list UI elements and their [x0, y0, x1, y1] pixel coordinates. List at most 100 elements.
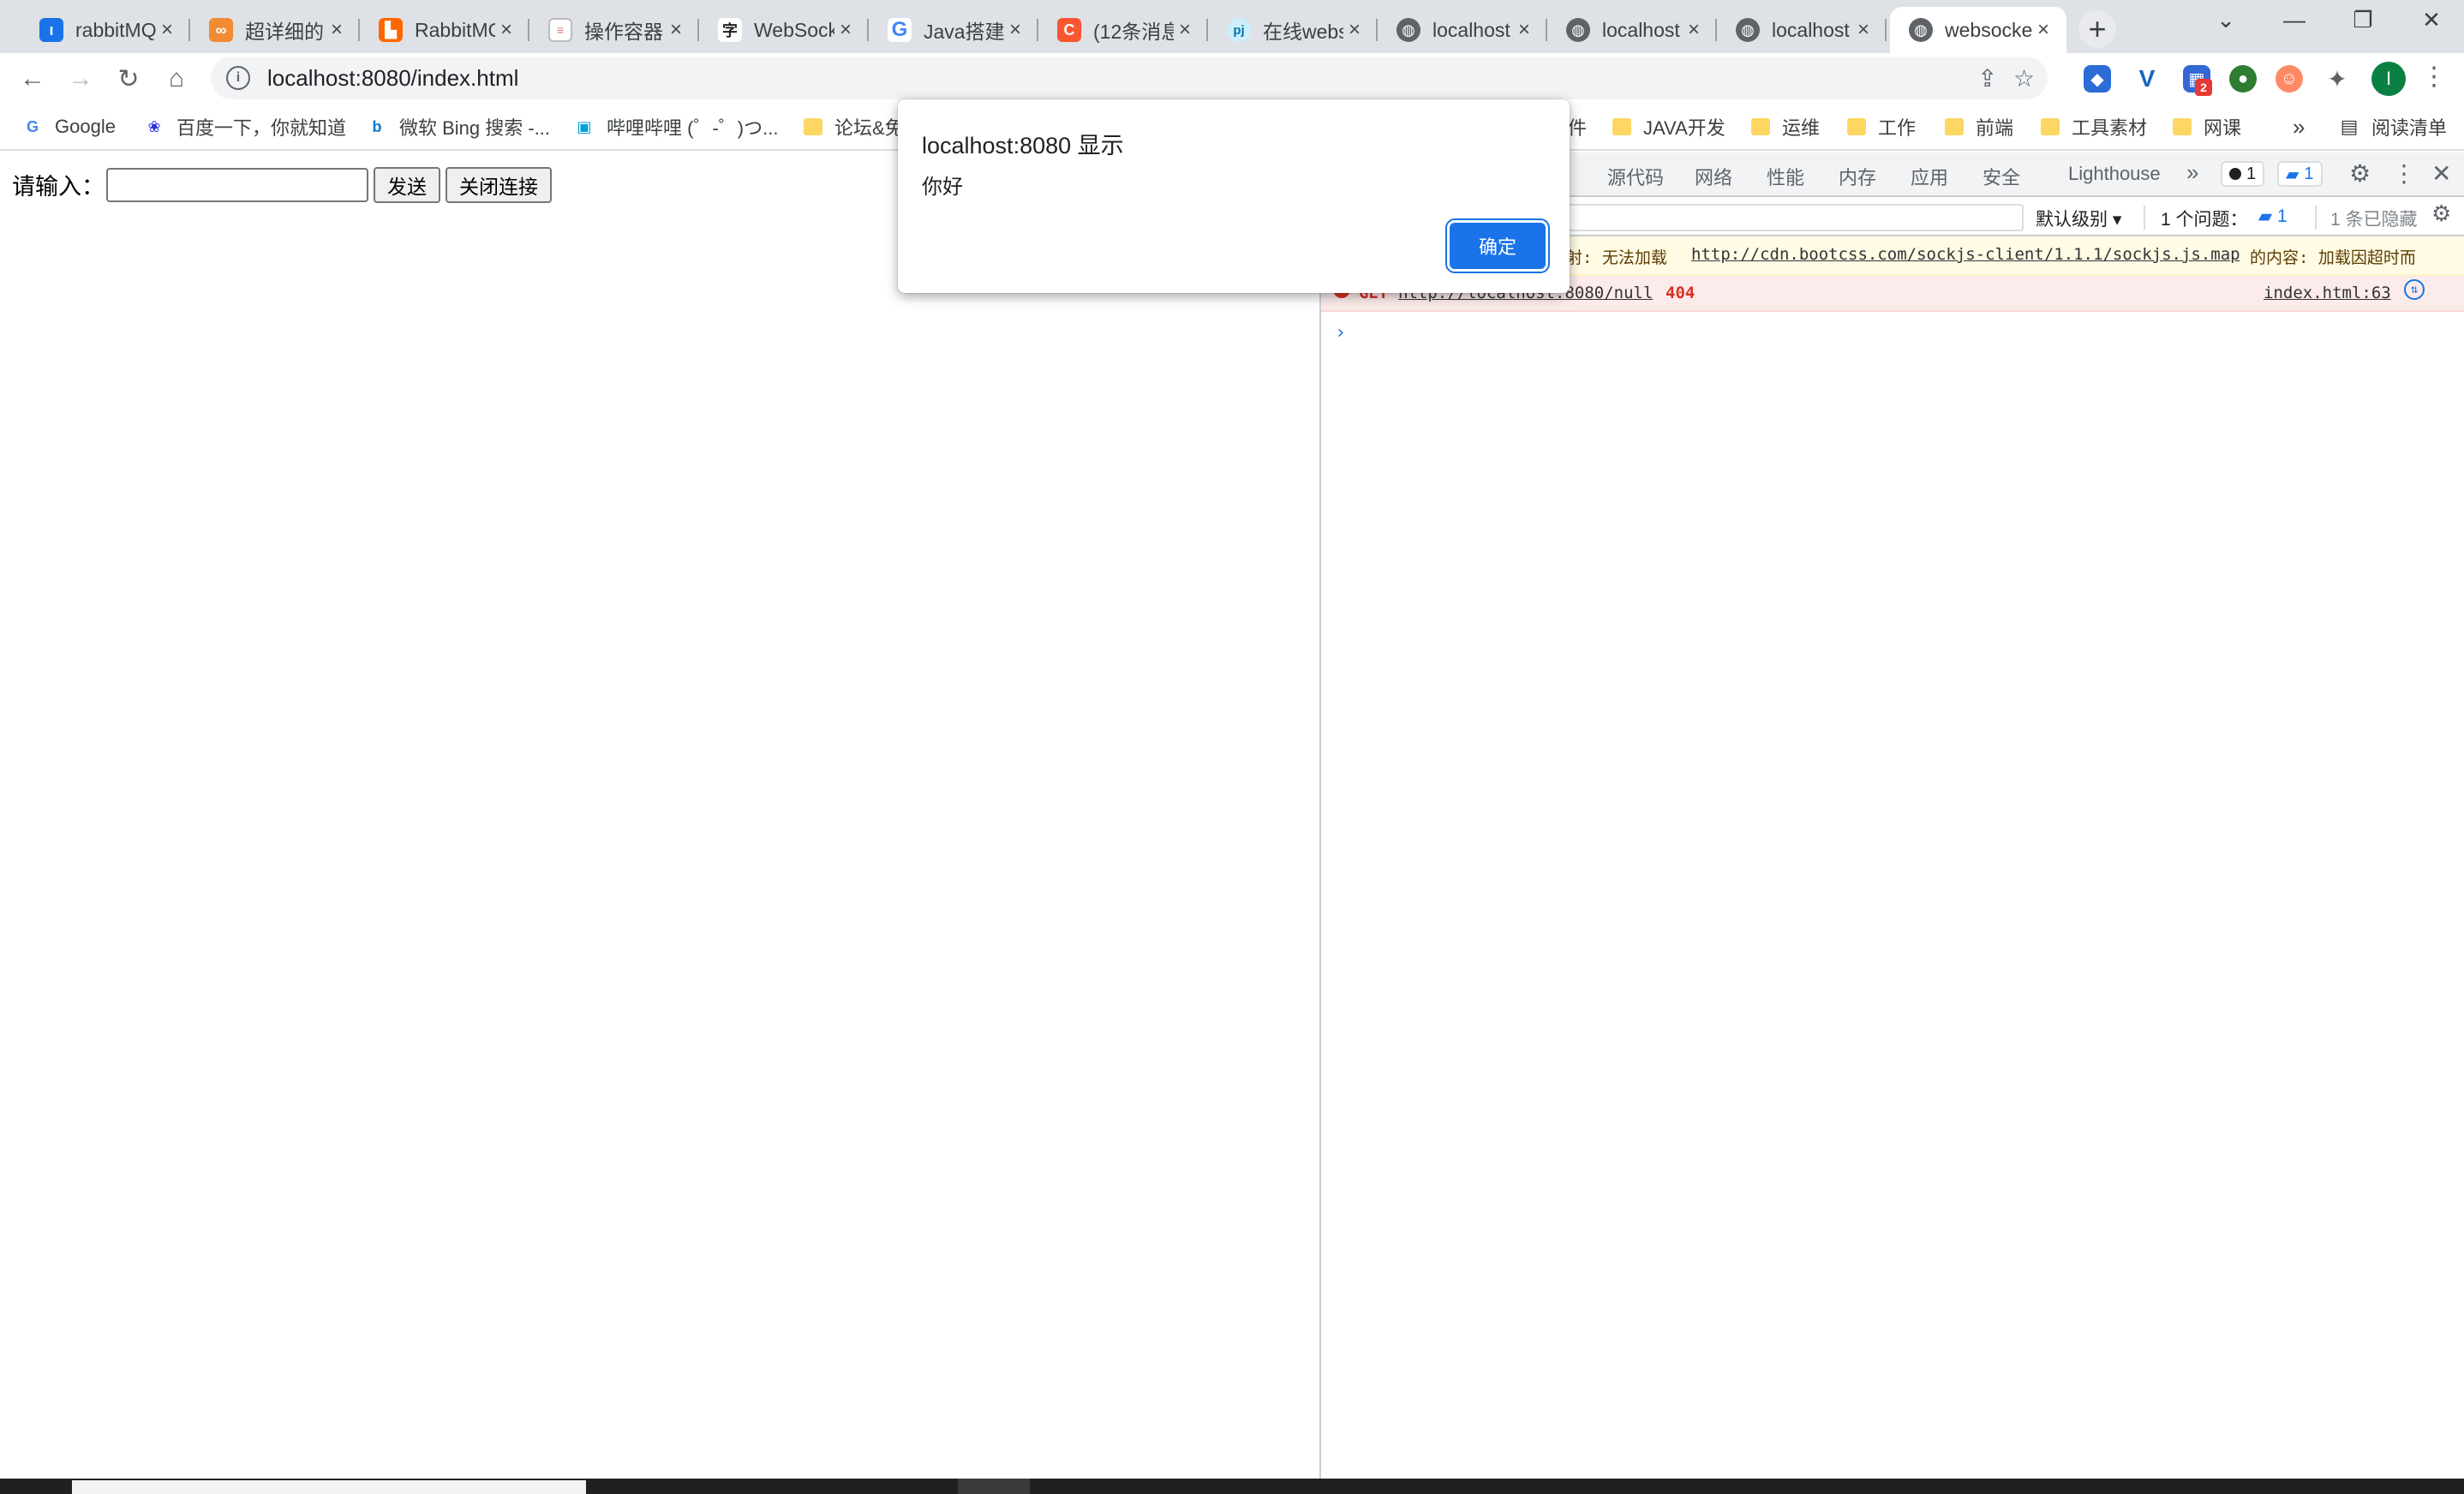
url-text[interactable]: localhost:8080/index.html — [267, 65, 518, 92]
devtools-tab-sources[interactable]: 源代码 — [1607, 163, 1664, 190]
issues-badge[interactable]: ▰ 1 — [2258, 206, 2288, 227]
error-dot-icon — [2229, 168, 2241, 180]
reading-list-button[interactable]: ▤ 阅读清单 — [2339, 113, 2447, 140]
devtools-tab-lighthouse[interactable]: Lighthouse — [2068, 163, 2161, 185]
close-connection-button[interactable]: 关闭连接 — [446, 167, 552, 203]
forward-icon[interactable]: → — [62, 60, 99, 98]
bookmark-google[interactable]: G Google — [22, 113, 116, 140]
back-icon[interactable]: ← — [14, 60, 51, 98]
window-close-icon[interactable]: ✕ — [2406, 7, 2457, 33]
browser-tab[interactable]: 字 WebSocket × — [699, 7, 869, 53]
csdn-icon: C — [1057, 18, 1081, 42]
bookmark-folder-courses[interactable]: 网课 — [2173, 113, 2241, 140]
browser-tab[interactable]: pj 在线websocket × — [1208, 7, 1378, 53]
console-prompt-icon[interactable]: › — [1335, 322, 1346, 344]
reload-icon[interactable]: ↻ — [110, 60, 147, 98]
input-label: 请输入： — [12, 174, 105, 200]
browser-tab[interactable]: C (12条消息 × — [1038, 7, 1208, 53]
globe-icon: ◍ — [1566, 18, 1590, 42]
bookmark-star-icon[interactable]: ☆ — [2013, 64, 2035, 93]
issues-label[interactable]: 1 个问题： — [2161, 206, 2248, 231]
taskbar-search-box[interactable] — [72, 1480, 586, 1494]
sourcemap-url-link[interactable]: http://cdn.bootcss.com/sockjs-client/1.1… — [1691, 245, 2240, 264]
bookmark-bilibili[interactable]: ▣ 哔哩哔哩 (゜-゜)つ... — [574, 113, 778, 140]
browser-tab[interactable]: ◍ localhost × — [1547, 7, 1717, 53]
tab-title: 操作容器 — [584, 21, 663, 43]
tab-strip: ı rabbitMQ × ∞ 超详细的 × ▙ RabbitMQ × ≡ 操作容… — [0, 0, 2464, 53]
issue-count-badge[interactable]: ▰ 1 — [2277, 161, 2323, 187]
browser-tab[interactable]: ◍ localhost × — [1378, 7, 1547, 53]
dialog-ok-button[interactable]: 确定 — [1450, 223, 1546, 269]
extension-v-icon[interactable]: V — [2133, 65, 2161, 93]
error-count-badge[interactable]: 1 — [2221, 161, 2265, 187]
close-icon[interactable]: × — [665, 19, 687, 41]
bookmarks-overflow-button[interactable]: » — [2293, 113, 2305, 140]
browser-menu-icon[interactable]: ⋮ — [2421, 62, 2447, 92]
log-level-select[interactable]: 默认级别 ▾ — [2036, 206, 2121, 231]
reading-list-icon: ▤ — [2340, 116, 2359, 137]
bookmark-folder-forum[interactable]: 论坛&免 — [804, 113, 904, 140]
devtools-more-tabs[interactable]: » — [2186, 159, 2198, 186]
bookmark-folder-frontend[interactable]: 前端 — [1945, 113, 2013, 140]
share-icon[interactable]: ⇪ — [1977, 64, 1997, 93]
browser-tab-active[interactable]: ◍ websocket × — [1890, 7, 2066, 53]
devtools-tab-application[interactable]: 应用 — [1911, 163, 1948, 190]
taskbar-app-button[interactable] — [958, 1479, 1030, 1494]
bookmark-folder-java[interactable]: JAVA开发 — [1612, 113, 1725, 140]
close-icon[interactable]: × — [1174, 19, 1196, 41]
devtools-close-icon[interactable]: ✕ — [2431, 159, 2451, 188]
browser-tab[interactable]: ∞ 超详细的 × — [190, 7, 360, 53]
bookmark-baidu[interactable]: ❀ 百度一下，你就知道 — [144, 113, 346, 140]
baidu-paw-icon: ❀ — [147, 117, 161, 135]
bookmark-folder-work[interactable]: 工作 — [1847, 113, 1916, 140]
close-icon[interactable]: × — [156, 19, 178, 41]
profile-avatar[interactable]: I — [2371, 62, 2406, 96]
site-info-icon[interactable]: i — [226, 66, 250, 90]
browser-tab[interactable]: ▙ RabbitMQ × — [360, 7, 529, 53]
devtools-menu-icon[interactable]: ⋮ — [2392, 159, 2416, 188]
tab-title: 超详细的 — [245, 21, 324, 43]
source-location-link[interactable]: index.html:63 — [2264, 284, 2391, 302]
extension-monkey-icon[interactable]: ☺ — [2276, 65, 2303, 93]
new-tab-button[interactable]: + — [2078, 10, 2116, 48]
close-icon[interactable]: × — [495, 19, 517, 41]
browser-tab[interactable]: G Java搭建 × — [869, 7, 1038, 53]
close-icon[interactable]: × — [1343, 19, 1366, 41]
tab-title: localhost — [1602, 18, 1680, 41]
bookmark-folder-ops[interactable]: 运维 — [1751, 113, 1820, 140]
bookmark-folder-tools[interactable]: 件 — [1568, 113, 1587, 140]
home-icon[interactable]: ⌂ — [158, 60, 195, 98]
close-icon[interactable]: × — [1852, 19, 1875, 41]
close-icon[interactable]: × — [834, 19, 857, 41]
close-icon[interactable]: × — [1004, 19, 1026, 41]
devtools-tab-security[interactable]: 安全 — [1983, 163, 2020, 190]
message-icon: ▰ — [2286, 164, 2300, 184]
close-icon[interactable]: × — [2032, 19, 2054, 41]
browser-toolbar: ← → ↻ ⌂ i localhost:8080/index.html ⇪ ☆ … — [0, 53, 2464, 103]
devtools-tab-performance[interactable]: 性能 — [1767, 163, 1804, 190]
browser-tab[interactable]: ≡ 操作容器 × — [529, 7, 699, 53]
close-icon[interactable]: × — [1513, 19, 1535, 41]
devtools-tab-network[interactable]: 网络 — [1695, 163, 1732, 190]
network-request-icon[interactable]: ⇅ — [2404, 279, 2425, 300]
extension-globe-icon[interactable]: ● — [2229, 65, 2257, 93]
close-icon[interactable]: × — [1683, 19, 1705, 41]
extension-shield-icon[interactable]: ◆ — [2084, 65, 2111, 93]
bookmark-folder-assets[interactable]: 工具素材 — [2041, 113, 2147, 140]
address-bar[interactable]: i localhost:8080/index.html ⇪ ☆ — [211, 57, 2048, 99]
settings-gear-icon[interactable]: ⚙ — [2349, 159, 2371, 188]
message-input[interactable] — [106, 168, 368, 202]
tab-title: RabbitMQ — [415, 18, 495, 41]
console-settings-gear-icon[interactable]: ⚙ — [2431, 200, 2451, 227]
bookmark-bing[interactable]: b 微软 Bing 搜索 -... — [367, 113, 551, 140]
restore-icon[interactable]: ❐ — [2337, 7, 2389, 33]
tab-search-icon[interactable]: ⌄ — [2200, 7, 2252, 33]
browser-tab[interactable]: ı rabbitMQ × — [21, 7, 190, 53]
browser-tab[interactable]: ◍ localhost × — [1717, 7, 1887, 53]
minimize-icon[interactable]: — — [2269, 7, 2320, 33]
send-button[interactable]: 发送 — [374, 167, 440, 203]
extensions-puzzle-icon[interactable]: ✦ — [2323, 65, 2351, 93]
devtools-tab-memory[interactable]: 内存 — [1839, 163, 1876, 190]
extension-badge: 2 — [2195, 79, 2212, 96]
close-icon[interactable]: × — [326, 19, 348, 41]
